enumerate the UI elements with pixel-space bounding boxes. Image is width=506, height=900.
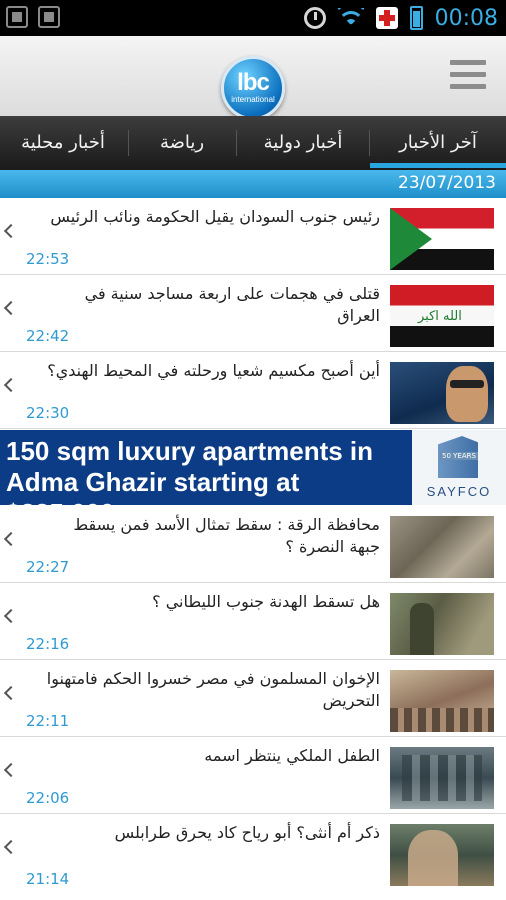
chevron-left-icon (3, 531, 19, 547)
chevron-left-icon (3, 762, 19, 778)
ad-brand: SAYFCO (426, 484, 492, 499)
news-headline: محافظة الرقة : سقط تمثال الأسد فمن يسقط … (73, 515, 380, 556)
wifi-icon (337, 8, 364, 28)
battery-icon (409, 6, 423, 30)
feed-date: 23/07/2013 (398, 173, 496, 193)
app-header: lbc international (0, 36, 506, 120)
chevron-left-icon (3, 377, 19, 393)
tab-divider (369, 130, 370, 156)
news-thumbnail (390, 516, 494, 578)
news-time: 22:27 (26, 558, 70, 576)
chevron-left-icon (3, 685, 19, 701)
news-headline: الطفل الملكي ينتظر اسمه (204, 746, 380, 765)
news-item[interactable]: الطفل الملكي ينتظر اسمه 22:06 (0, 737, 506, 814)
tab-local-news[interactable]: أخبار محلية (0, 116, 126, 170)
logo-text: lbc (237, 69, 270, 96)
news-item[interactable]: الله اكبر قتلى في هجمات على اربعة مساجد … (0, 275, 506, 352)
news-time: 22:42 (26, 327, 70, 345)
news-headline: رئيس جنوب السودان يقيل الحكومة ونائب الر… (50, 207, 380, 226)
news-item[interactable]: أين أصبح مكسيم شعيا ورحلته في المحيط اله… (0, 352, 506, 429)
category-tabs: آخر الأخبار أخبار دولية رياضة أخبار محلي… (0, 116, 506, 170)
flag-script: الله اكبر (418, 309, 462, 324)
news-time: 22:06 (26, 789, 70, 807)
tab-latest-news[interactable]: آخر الأخبار (370, 116, 506, 170)
news-time: 21:14 (26, 870, 70, 888)
news-thumbnail (390, 208, 494, 270)
chevron-left-icon (3, 608, 19, 624)
notification-box-icon (6, 6, 28, 28)
clock-time: 00:08 (434, 5, 498, 31)
alarm-icon (303, 7, 326, 29)
usb-icon (38, 6, 60, 28)
news-time: 22:11 (26, 712, 70, 730)
tab-divider (128, 130, 129, 156)
news-item[interactable]: الإخوان المسلمون في مصر خسروا الحكم فامت… (0, 660, 506, 737)
news-thumbnail (390, 593, 494, 655)
health-icon (375, 7, 398, 29)
news-thumbnail (390, 670, 494, 732)
news-headline: هل تسقط الهدنة جنوب الليطاني ؟ (152, 592, 380, 611)
tab-sports[interactable]: رياضة (130, 116, 234, 170)
news-time: 22:53 (26, 250, 70, 268)
news-item[interactable]: محافظة الرقة : سقط تمثال الأسد فمن يسقط … (0, 506, 506, 583)
logo-subtext: international (231, 95, 275, 104)
news-headline: قتلى في هجمات على اربعة مساجد سنية في ال… (84, 284, 380, 325)
sayfco-logo: 50 YEARS SAYFCO (412, 430, 506, 505)
chevron-left-icon (3, 839, 19, 855)
news-headline: أين أصبح مكسيم شعيا ورحلته في المحيط اله… (47, 361, 380, 380)
ad-line-1: 150 sqm luxury apartments in (6, 436, 374, 466)
news-thumbnail (390, 747, 494, 809)
news-headline: الإخوان المسلمون في مصر خسروا الحكم فامت… (46, 669, 380, 710)
news-thumbnail (390, 824, 494, 886)
chevron-left-icon (3, 223, 19, 239)
news-time: 22:30 (26, 404, 70, 422)
news-time: 22:16 (26, 635, 70, 653)
news-item[interactable]: رئيس جنوب السودان يقيل الحكومة ونائب الر… (0, 198, 506, 275)
news-headline: ذكر أم أنثى؟ أبو رياح كاد يحرق طرابلس (114, 823, 380, 842)
lbc-logo[interactable]: lbc international (221, 56, 285, 120)
chevron-left-icon (3, 300, 19, 316)
ad-banner[interactable]: 150 sqm luxury apartments in Adma Ghazir… (0, 429, 506, 528)
tab-international-news[interactable]: أخبار دولية (238, 116, 368, 170)
hamburger-menu-icon[interactable] (450, 60, 486, 90)
status-bar: 00:08 (0, 0, 506, 36)
news-item[interactable]: ذكر أم أنثى؟ أبو رياح كاد يحرق طرابلس 21… (0, 814, 506, 900)
ad-badge: 50 YEARS (440, 452, 478, 460)
date-bar: 23/07/2013 (0, 170, 506, 198)
news-item[interactable]: هل تسقط الهدنة جنوب الليطاني ؟ 22:16 (0, 583, 506, 660)
tab-divider (236, 130, 237, 156)
news-thumbnail (390, 362, 494, 424)
news-thumbnail: الله اكبر (390, 285, 494, 347)
